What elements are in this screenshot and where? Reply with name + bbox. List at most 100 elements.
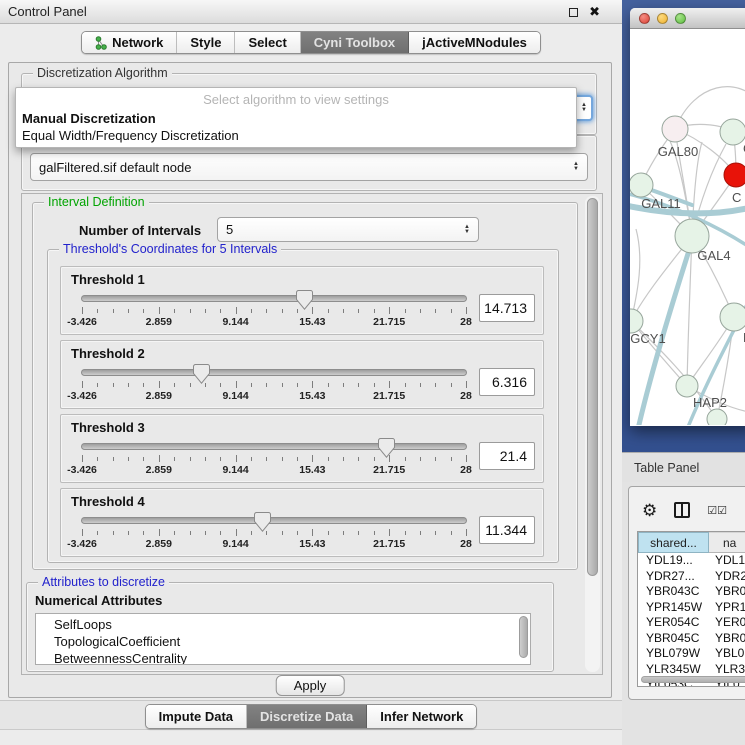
table-cell[interactable]: YBR045C (638, 631, 709, 647)
close-traffic-light[interactable] (639, 13, 650, 24)
table-cell[interactable]: YDR2 (709, 569, 745, 585)
minimize-traffic-light[interactable] (657, 13, 668, 24)
tab-infer-network[interactable]: Infer Network (367, 705, 476, 728)
tab-cyni-toolbox[interactable]: Cyni Toolbox (301, 32, 409, 53)
tick-label: -3.426 (67, 390, 97, 402)
threshold-label: Threshold 3 (71, 420, 535, 435)
table-cell[interactable]: YPR145W (638, 600, 709, 616)
application-right-area: GAL80 GA C GAL11 GAL4 GCY1 H HAP2 Table … (622, 0, 745, 745)
apply-button[interactable]: Apply (276, 675, 345, 696)
threshold-slider[interactable]: -3.4262.8599.14415.4321.71528 (81, 289, 467, 331)
network-view-window[interactable]: GAL80 GA C GAL11 GAL4 GCY1 H HAP2 (630, 8, 745, 426)
threshold-slider[interactable]: -3.4262.8599.14415.4321.71528 (81, 511, 467, 553)
close-window-icon[interactable]: ✖ (589, 7, 600, 17)
tab-label: Discretize Data (260, 709, 353, 724)
node-table-body: YDL19...YDL1YDR27...YDR2YBR043CYBR0YPR14… (638, 553, 745, 687)
node-h[interactable] (720, 303, 745, 331)
group-title: Attributes to discretize (38, 575, 169, 589)
group-title: Threshold's Coordinates for 5 Intervals (59, 242, 281, 256)
table-row[interactable]: YDL19...YDL1 (638, 553, 745, 569)
slider-ticks (82, 454, 466, 462)
table-data-combobox[interactable]: galFiltered.sif default node ▲▼ (30, 153, 588, 181)
table-row[interactable]: YBL079WYBL0 (638, 646, 745, 662)
tab-select[interactable]: Select (235, 32, 300, 53)
table-cell[interactable]: YBL079W (638, 646, 709, 662)
numerical-attributes-list[interactable]: SelfLoopsTopologicalCoefficientBetweenne… (35, 613, 531, 665)
algorithm-option[interactable]: Equal Width/Frequency Discretization (16, 127, 576, 144)
column-header-name[interactable]: na (709, 532, 745, 553)
threshold-value-input[interactable] (479, 442, 535, 470)
zoom-traffic-light[interactable] (675, 13, 686, 24)
node-partial[interactable] (707, 409, 727, 425)
algorithm-option[interactable]: Manual Discretization (16, 110, 576, 127)
node-attribute-table: shared... na YDL19...YDL1YDR27...YDR2YBR… (637, 531, 745, 687)
combo-stepper[interactable]: ▲▼ (569, 162, 579, 172)
table-row[interactable]: YLR345WYLR3 (638, 662, 745, 678)
combo-stepper[interactable]: ▲▼ (577, 103, 587, 113)
table-cell[interactable]: YBR043C (638, 584, 709, 600)
table-cell[interactable]: YER0 (709, 615, 745, 631)
table-cell[interactable]: YLR3 (709, 662, 745, 678)
vertical-scrollbar[interactable] (585, 196, 600, 672)
vertical-scrollbar-thumb[interactable] (587, 198, 598, 576)
tick-label: 28 (460, 464, 472, 476)
table-cell[interactable]: YPR1 (709, 600, 745, 616)
group-title: Interval Definition (44, 195, 149, 209)
table-cell[interactable]: YER054C (638, 615, 709, 631)
select-columns-icon[interactable]: ☑☑ (707, 504, 727, 517)
threshold-value-input[interactable] (479, 294, 535, 322)
table-cell[interactable]: YBR0 (709, 584, 745, 600)
table-cell[interactable]: YDL1 (709, 553, 745, 569)
network-canvas[interactable]: GAL80 GA C GAL11 GAL4 GCY1 H HAP2 (630, 29, 745, 425)
algorithm-placeholder-option[interactable]: Select algorithm to view settings (16, 90, 576, 110)
tab-impute-data[interactable]: Impute Data (146, 705, 247, 728)
tab-discretize-data[interactable]: Discretize Data (247, 705, 367, 728)
slider-track[interactable] (81, 369, 467, 376)
table-row[interactable]: YBR043CYBR0 (638, 584, 745, 600)
attribute-list-item[interactable]: TopologicalCoefficient (54, 633, 530, 650)
table-cell[interactable]: YBL0 (709, 646, 745, 662)
table-panel-title: Table Panel (622, 453, 699, 483)
network-nodes[interactable] (630, 116, 745, 425)
table-cell[interactable]: YDL19... (638, 553, 709, 569)
combo-stepper[interactable]: ▲▼ (460, 225, 470, 235)
node-gcy1[interactable] (630, 309, 643, 333)
slider-track[interactable] (81, 443, 467, 450)
table-row[interactable]: YDR27...YDR2 (638, 569, 745, 585)
tick-label: -3.426 (67, 464, 97, 476)
threshold-coordinates-group: Threshold's Coordinates for 5 Intervals … (47, 249, 559, 563)
number-of-intervals-combobox[interactable]: 5 ▲▼ (217, 217, 479, 242)
tab-jactivemnodules[interactable]: jActiveMNodules (409, 32, 540, 53)
slider-track[interactable] (81, 517, 467, 524)
slider-track[interactable] (81, 295, 467, 302)
control-panel-titlebar: Control Panel ✖ (0, 0, 622, 24)
attribute-list-item[interactable]: SelfLoops (54, 616, 530, 633)
table-cell[interactable]: YDR27... (638, 569, 709, 585)
node-gal11[interactable] (630, 173, 653, 197)
threshold-value-input[interactable] (479, 516, 535, 544)
node-gal80[interactable] (662, 116, 688, 142)
attribute-list-scrollbar-thumb[interactable] (519, 616, 528, 658)
column-header-shared-name[interactable]: shared... (638, 532, 709, 553)
threshold-slider[interactable]: -3.4262.8599.14415.4321.71528 (81, 437, 467, 479)
tab-style[interactable]: Style (177, 32, 235, 53)
threshold-slider[interactable]: -3.4262.8599.14415.4321.71528 (81, 363, 467, 405)
column-layout-icon[interactable] (674, 502, 690, 518)
table-row[interactable]: YBR045CYBR0 (638, 631, 745, 647)
node-selected-red[interactable] (724, 163, 745, 187)
tick-label: 15.43 (299, 464, 325, 476)
attribute-list-item[interactable]: BetweennessCentrality (54, 650, 530, 665)
node-hap2[interactable] (676, 375, 698, 397)
table-cell[interactable]: YLR345W (638, 662, 709, 678)
table-row[interactable]: YER054CYER0 (638, 615, 745, 631)
threshold-value-input[interactable] (479, 368, 535, 396)
float-window-button[interactable] (569, 8, 578, 17)
cyni-settings-panel: Discretization Algorithm ▲▼ Select algor… (8, 62, 612, 698)
tab-network[interactable]: Network (82, 32, 177, 53)
table-cell[interactable]: YBR0 (709, 631, 745, 647)
tick-label: 2.859 (146, 316, 172, 328)
node-ga[interactable] (720, 119, 745, 145)
gear-icon[interactable]: ⚙ (642, 502, 657, 519)
horizontal-scrollbar-thumb[interactable] (641, 676, 745, 683)
table-row[interactable]: YPR145WYPR1 (638, 600, 745, 616)
